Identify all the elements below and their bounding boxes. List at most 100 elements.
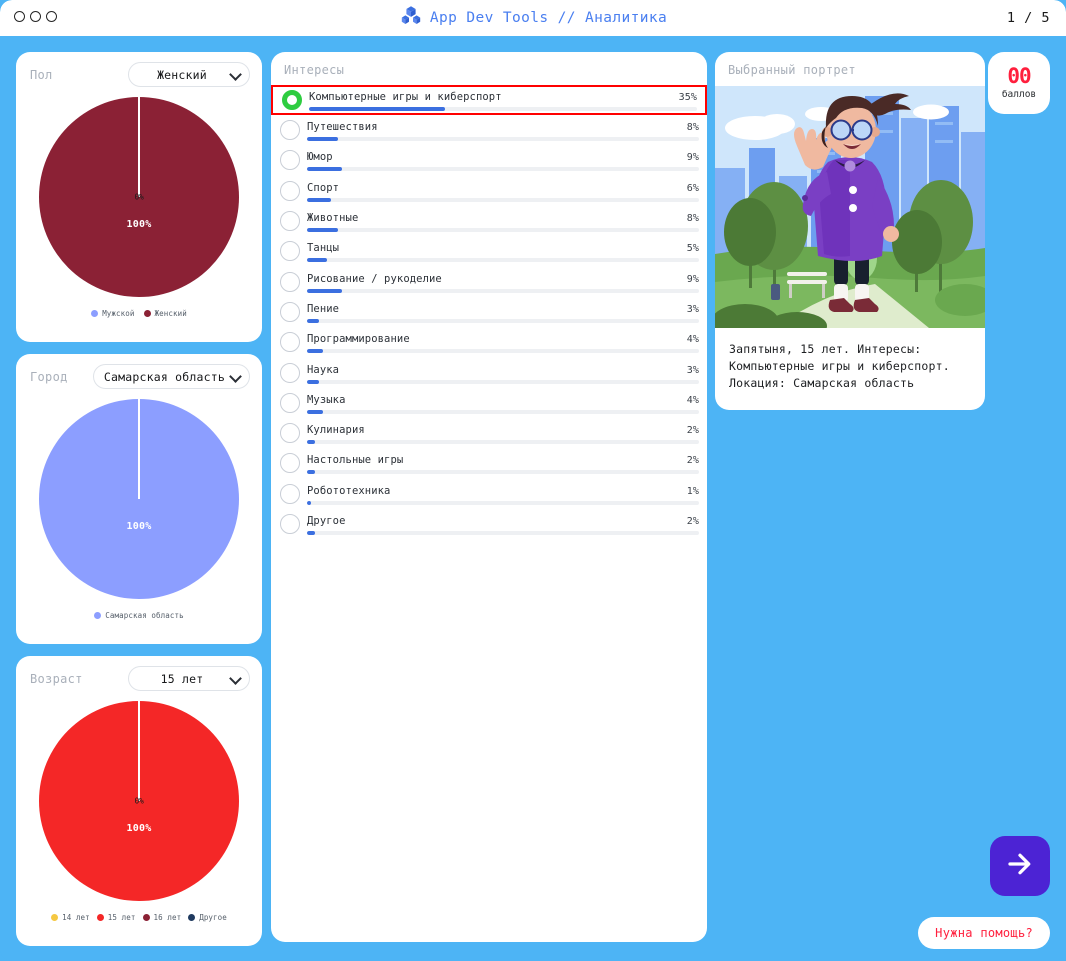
legend-label: Другое [199,913,227,922]
radio-icon[interactable] [280,332,300,353]
interest-top-row: Наука 3% [307,364,699,376]
age-select[interactable]: 15 лет [128,666,250,691]
interest-row[interactable]: Путешествия 8% [271,115,707,145]
radio-icon[interactable] [280,120,300,141]
interest-top-row: Рисование / рукоделие 9% [307,273,699,285]
interest-top-row: Животные 8% [307,212,699,224]
app-brand: App Dev Tools // Аналитика [0,0,1066,36]
interest-bar-fill [307,197,331,202]
app-title: App Dev Tools // Аналитика [429,10,668,26]
gender-card: Пол Женский 0% 100% Мужской Женский [16,52,262,342]
interest-label: Пение [307,302,340,315]
interest-row[interactable]: Пение 3% [271,297,707,327]
arrow-right-icon [1005,849,1035,883]
interest-bar-fill [307,258,327,263]
interests-list: Компьютерные игры и киберспорт 35% Путешес… [271,85,707,539]
interests-column: Интересы Компьютерные игры и киберспорт 3… [271,52,707,942]
interest-label: Рисование / рукоделие [307,272,442,285]
interest-body: Компьютерные игры и киберспорт 35% [309,89,697,111]
portrait-title: Выбранный портрет [728,63,856,77]
legend-label: Мужской [102,309,135,318]
interest-percent: 5% [686,243,699,255]
interest-bar-track [307,409,699,414]
pie-divider [138,701,140,801]
legend-swatch-female [143,310,151,317]
girl-waving-in-city-park-illustration [715,86,985,328]
interest-label: Юмор [307,151,333,164]
city-card-header: Город Самарская область [16,354,262,395]
interest-row[interactable]: Программирование 4% [271,327,707,357]
legend-label: Женский [154,309,187,318]
radio-icon[interactable] [280,301,300,322]
city-select[interactable]: Самарская область [92,364,250,389]
radio-selected-icon[interactable] [282,90,302,110]
interest-label: Танцы [307,242,340,255]
gender-card-header: Пол Женский [16,52,262,93]
interest-body: Музыка 4% [307,392,699,414]
interest-row[interactable]: Кулинария 2% [271,418,707,448]
interest-row[interactable]: Юмор 9% [271,145,707,175]
radio-icon[interactable] [280,241,300,262]
help-button[interactable]: Нужна помощь? [918,917,1050,949]
interest-bar-track [307,531,699,535]
radio-icon[interactable] [280,453,300,474]
interest-percent: 8% [686,213,699,225]
interest-row[interactable]: Робототехника 1% [271,479,707,509]
portrait-column: Выбранный портрет Запятыня, 15 лет. Инте… [715,52,985,410]
interest-bar-track [307,379,699,384]
interests-title: Интересы [284,63,345,77]
city-legend: Самарская область [16,599,262,632]
portrait-card: Выбранный портрет Запятыня, 15 лет. Инте… [715,52,985,410]
interest-row[interactable]: Настольные игры 2% [271,448,707,478]
interest-row[interactable]: Наука 3% [271,357,707,387]
radio-icon[interactable] [280,423,300,444]
interest-bar-fill [307,228,339,233]
chevron-down-icon [229,369,242,383]
interest-row[interactable]: Рисование / рукоделие 9% [271,266,707,296]
radio-icon[interactable] [280,362,300,383]
interest-bar-fill [307,379,319,384]
gender-select[interactable]: Женский [128,62,250,87]
radio-icon[interactable] [280,271,300,292]
interest-percent: 1% [686,485,699,497]
age-select-value: 15 лет [160,671,204,686]
portrait-description: Запятыня, 15 лет. Интересы: Компьютерные… [729,342,950,390]
legend-swatch-14 [51,914,59,921]
interest-row[interactable]: Животные 8% [271,206,707,236]
interest-label: Музыка [307,393,346,406]
next-button[interactable] [990,836,1050,896]
interest-label: Кулинария [307,424,365,437]
interest-body: Путешествия 8% [307,119,699,142]
interest-bar-fill [307,349,323,354]
interest-bar-track [307,137,699,142]
interest-bar-track [307,470,699,475]
interest-label: Настольные игры [307,454,404,467]
age-card: Возраст 15 лет 0% 100% 14 лет 15 лет 16 … [16,656,262,946]
radio-icon[interactable] [280,392,300,413]
legend-swatch-other [188,914,196,921]
legend-label: Самарская область [105,611,184,620]
app-window: App Dev Tools // Аналитика 1 / 5 Пол Жен… [0,0,1066,961]
radio-icon[interactable] [280,180,300,201]
interest-row[interactable]: Спорт 6% [271,176,707,206]
chevron-down-icon [229,671,242,685]
interest-top-row: Робототехника 1% [307,485,699,497]
pie-divider [138,399,140,499]
radio-icon[interactable] [280,150,300,171]
legend-swatch-samara [94,612,102,619]
interests-card: Интересы Компьютерные игры и киберспорт 3… [271,52,707,942]
radio-icon[interactable] [280,211,300,232]
interest-label: Путешествия [307,121,378,134]
age-card-header: Возраст 15 лет [16,656,262,697]
interest-row[interactable]: Компьютерные игры и киберспорт 35% [271,85,707,115]
interest-top-row: Пение 3% [307,303,699,315]
gender-label: Пол [30,67,53,82]
legend-item: 15 лет [96,913,136,922]
interest-row[interactable]: Танцы 5% [271,236,707,266]
interest-row[interactable]: Музыка 4% [271,388,707,418]
radio-icon[interactable] [280,514,300,534]
chevron-down-icon [229,67,242,81]
interest-top-row: Музыка 4% [307,394,699,406]
radio-icon[interactable] [280,483,300,504]
interest-row[interactable]: Другое 2% [271,509,707,539]
